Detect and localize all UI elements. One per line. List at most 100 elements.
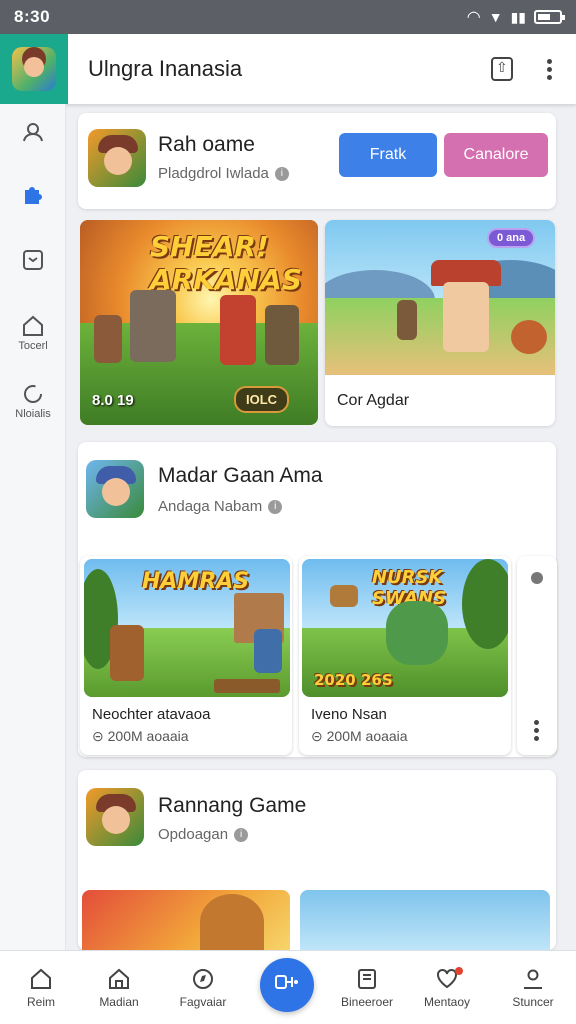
signal-icon: ▼ [488,9,503,25]
library-icon [355,967,379,995]
more-options-icon[interactable] [547,58,552,80]
game-item-thumbnail: HAMRAS [84,559,290,697]
subtitle-text: Pladgdrol Iwlada [158,165,269,182]
character-art [443,282,489,352]
character-art [94,315,122,363]
more-options-icon[interactable] [534,720,539,741]
heart-icon [435,967,463,995]
game-avatar [86,460,144,518]
featured-thumbnail-left[interactable]: SHEAR! ARKANAS 8.0 19 IOLC [80,220,318,425]
nav-label: Stuncer [512,995,554,1009]
game-card-3: Rannang Game Opdoagan i [78,770,556,950]
game-avatar [86,788,144,846]
app-title: Ulngra Inanasia [88,56,243,81]
item-banner-title: NURSK SWANS [372,567,447,609]
compass-icon [191,967,215,995]
item-caption: Iveno Nsan [311,706,387,723]
status-icons: ◠ ▼ ▮▮ [466,7,565,27]
primary-button[interactable]: Fratk [339,133,437,177]
featured-badge: 0 ana [487,228,536,248]
rail-item-box[interactable] [0,248,66,272]
game-subtitle: Andaga Nabam i [158,498,283,515]
featured-caption: Cor Agdar [337,392,410,409]
subtitle-text: Andaga Nabam [158,498,263,515]
featured-banner-title: SHEAR! ARKANAS [150,230,302,296]
rail-label-home: Tocerl [18,340,48,352]
character-art [265,305,299,365]
object-art [330,585,358,607]
item-caption: Neochter atavaoa [92,706,211,723]
nav-label: Madian [99,995,139,1009]
gamepad-button[interactable] [260,958,314,1012]
rail-label-refresh: Nloialis [15,408,51,420]
game-item-thumbnail: NURSK SWANS 2020 26S [302,559,508,697]
game-title: Madar Gaan Ama [158,464,323,487]
game-avatar [88,129,146,187]
cell-bars-icon: ▮▮ [510,8,526,25]
nav-item-home[interactable]: Reim [0,951,82,1024]
game-card-1[interactable]: Rah oame Pladgdrol Iwlada i Fratk Canalor… [78,113,556,209]
nav-item-profile[interactable]: Stuncer [492,951,574,1024]
character-art [110,625,144,681]
refresh-icon [21,382,45,406]
download-icon: ⊝ [92,728,108,744]
game-item-thumbnail[interactable] [300,890,550,950]
character-art [130,290,176,362]
info-icon[interactable]: i [268,500,283,515]
nav-label: Mentaoy [423,995,471,1009]
home-icon [21,314,45,338]
rail-item-home[interactable]: Tocerl [0,314,66,352]
nav-item-library[interactable]: Bineeroer [326,951,408,1024]
item-corner-text: 2020 26S [314,671,393,689]
featured-thumbnail-right: 0 ana [325,220,555,375]
status-time: 8:30 [14,7,51,26]
rail-item-refresh[interactable]: Nloialis [0,382,66,420]
game-item-card[interactable]: HAMRAS Neochter atavaoa ⊝ 200M aoaaia [80,556,292,755]
game-title: Rannang Game [158,794,307,817]
featured-pill[interactable]: IOLC [234,386,290,413]
nav-item-madian[interactable]: Madian [78,951,160,1024]
share-icon[interactable] [491,57,513,81]
monster-art [386,601,448,665]
secondary-button[interactable]: Canalore [444,133,548,177]
game-item-card-partial[interactable] [517,556,557,755]
featured-card-right[interactable]: 0 ana Cor Agdar [325,220,555,426]
item-meta-text: 200M aoaaia [107,728,189,744]
nav-item-favorites[interactable]: Mentaoy [406,951,488,1024]
nav-label: Fagvaiar [179,995,227,1009]
nav-label: Reim [26,995,55,1009]
info-icon[interactable]: i [234,828,249,843]
side-rail: Tocerl Nloialis [0,104,66,950]
item-meta-text: 200M aoaaia [326,728,408,744]
game-subtitle: Opdoagan i [158,826,249,843]
indicator-dot-icon [531,572,543,584]
rail-item-games[interactable] [0,182,66,206]
character-art [220,295,256,365]
app-logo-icon [12,47,56,91]
app-header: Ulngra Inanasia [0,34,576,104]
box-icon [21,248,45,272]
wood-plank-art [214,679,280,693]
game-title: Rah oame [158,133,255,156]
object-art [200,894,264,950]
character-art [397,300,417,340]
gamepad-icon [274,971,300,999]
battery-icon [534,10,565,24]
puzzle-icon [21,182,45,206]
home-icon [29,967,53,995]
nav-item-explore[interactable]: Fagvaiar [162,951,244,1024]
game-item-card[interactable]: NURSK SWANS 2020 26S Iveno Nsan ⊝ 200M a… [299,556,511,755]
object-art [511,320,547,354]
item-meta: ⊝ 200M aoaaia [92,728,189,745]
notification-badge [455,967,463,975]
profile-icon [21,120,45,144]
info-icon[interactable]: i [274,167,289,182]
download-icon: ⊝ [311,728,327,744]
game-item-thumbnail[interactable] [82,890,290,950]
status-bar: 8:30 ◠ ▼ ▮▮ [0,0,576,34]
nav-label: Bineeroer [340,995,394,1009]
wifi-icon: ◠ [466,9,481,26]
rail-item-profile[interactable] [0,120,66,144]
house-icon [107,967,131,995]
app-logo-container[interactable] [0,34,68,104]
